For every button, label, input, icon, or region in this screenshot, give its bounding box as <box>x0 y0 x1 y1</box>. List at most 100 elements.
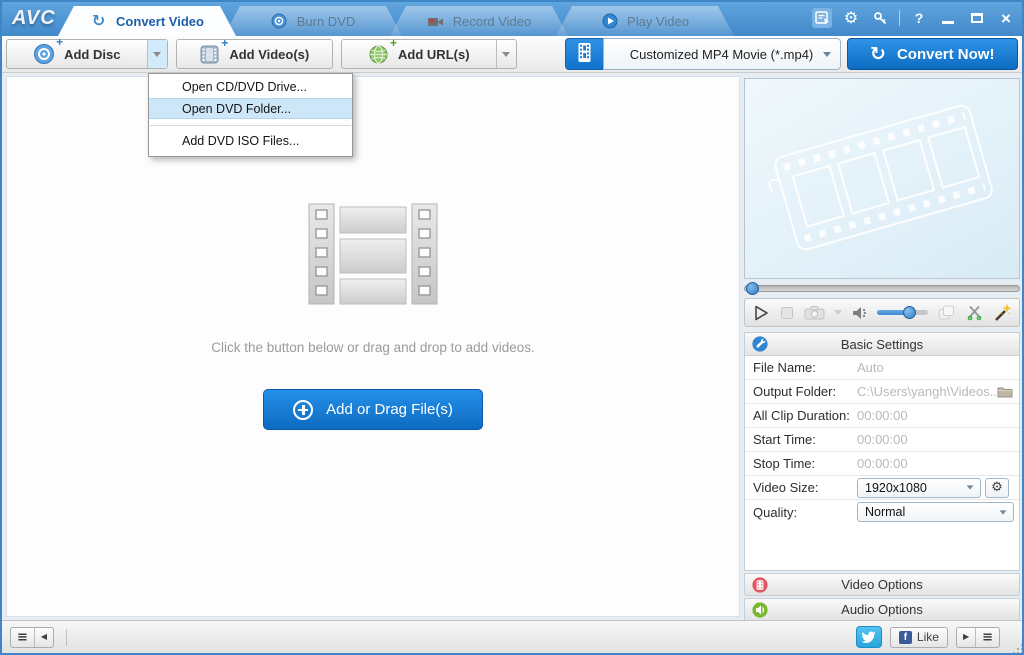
snapshot-camera-button[interactable] <box>804 305 825 320</box>
toolbar: + Add Disc + Add Video(s) + Add UR <box>2 36 1022 73</box>
like-label: Like <box>917 630 939 644</box>
setting-row-video-size: Video Size: 1920x1080 ⚙ <box>745 476 1019 500</box>
menu-separator <box>150 125 351 126</box>
volume-thumb[interactable] <box>903 306 916 319</box>
twitter-button[interactable] <box>856 626 882 648</box>
facebook-like-button[interactable]: f Like <box>890 627 948 648</box>
add-urls-label: Add URL(s) <box>398 47 470 62</box>
video-options-icon <box>752 577 768 593</box>
collapse-left-icon[interactable]: ◀ <box>34 628 53 647</box>
convert-now-label: Convert Now! <box>897 46 995 63</box>
output-profile-group: Customized MP4 Movie (*.mp4) <box>565 38 841 70</box>
start-time-value: 00:00:00 <box>857 432 1019 447</box>
add-urls-dropdown-arrow[interactable] <box>496 40 516 68</box>
audio-options-header[interactable]: Audio Options <box>744 598 1020 621</box>
close-button[interactable]: × <box>996 8 1016 28</box>
setting-row-start-time: Start Time: 00:00:00 <box>745 428 1019 452</box>
show-playlist-button[interactable]: ▶ ≡ <box>956 627 1000 648</box>
menu-item-open-cd-dvd-drive[interactable]: Open CD/DVD Drive... <box>149 77 352 98</box>
stop-button[interactable] <box>779 305 795 321</box>
filmstrip-placeholder-icon <box>302 203 444 308</box>
all-clip-duration-value: 00:00:00 <box>857 408 1019 423</box>
tab-record-video[interactable]: Record Video <box>390 6 568 36</box>
tab-label: Convert Video <box>116 14 204 29</box>
add-videos-button[interactable]: + Add Video(s) <box>176 39 334 69</box>
basic-settings-title: Basic Settings <box>745 337 1019 352</box>
resize-grip[interactable] <box>1017 648 1019 650</box>
twitter-bird-icon <box>861 631 876 644</box>
file-name-value: Auto <box>857 360 1019 375</box>
output-folder-value: C:\Users\yangh\Videos... <box>857 384 1019 399</box>
settings-empty-space <box>745 524 1019 570</box>
svg-text:+: + <box>969 316 971 320</box>
facebook-f-icon: f <box>899 631 912 644</box>
menu-item-open-dvd-folder[interactable]: Open DVD Folder... <box>149 98 352 119</box>
plus-circle-icon <box>293 400 313 420</box>
list-view-toggle-button[interactable]: ≡ ◀ <box>10 627 54 648</box>
basic-settings-header[interactable]: Basic Settings <box>745 333 1019 356</box>
video-list-drop-area[interactable]: Click the button below or drag and drop … <box>6 76 740 617</box>
expand-right-icon[interactable]: ▶ <box>957 628 975 647</box>
preview-filmstrip-graphic <box>759 90 1005 268</box>
register-key-icon[interactable] <box>870 8 890 28</box>
gear-icon: ⚙ <box>991 481 1003 494</box>
titlebar: AVC ↻ Convert Video Burn DVD Record Vide… <box>2 2 1022 36</box>
output-format-select[interactable]: Customized MP4 Movie (*.mp4) <box>603 38 841 70</box>
seek-bar[interactable] <box>744 282 1020 295</box>
divider <box>899 10 900 26</box>
output-format-value: Customized MP4 Movie (*.mp4) <box>630 47 814 62</box>
video-size-select[interactable]: 1920x1080 <box>857 478 981 498</box>
clip-scissors-button[interactable]: ++ <box>966 304 983 321</box>
window-controls: ⚙ ? × <box>812 8 1016 28</box>
add-urls-button[interactable]: + Add URL(s) <box>341 39 516 69</box>
frames-copy-button[interactable] <box>937 304 956 321</box>
tab-play-video[interactable]: Play Video <box>556 6 734 36</box>
chevron-down-icon <box>823 52 831 57</box>
video-options-header[interactable]: Video Options <box>744 573 1020 596</box>
settings-gear-icon[interactable]: ⚙ <box>841 8 861 28</box>
volume-slider[interactable] <box>877 306 928 319</box>
snapshot-dropdown-arrow[interactable] <box>834 310 842 315</box>
add-disc-icon: + <box>33 43 55 65</box>
play-button[interactable] <box>752 304 770 322</box>
convert-now-button[interactable]: ↻ Convert Now! <box>847 38 1018 70</box>
tab-label: Burn DVD <box>297 14 356 29</box>
video-size-gear-button[interactable]: ⚙ <box>985 478 1009 498</box>
add-disc-button[interactable]: + Add Disc <box>6 39 168 69</box>
seek-track[interactable] <box>744 285 1020 292</box>
tab-label: Record Video <box>453 14 532 29</box>
setting-row-all-clip-duration: All Clip Duration: 00:00:00 <box>745 404 1019 428</box>
app-window: AVC ↻ Convert Video Burn DVD Record Vide… <box>0 0 1024 655</box>
quality-select[interactable]: Normal <box>857 502 1014 522</box>
divider <box>66 629 67 646</box>
setting-row-file-name: File Name: Auto <box>745 356 1019 380</box>
browse-folder-icon[interactable] <box>997 385 1013 401</box>
chevron-down-icon <box>1000 510 1007 514</box>
add-videos-label: Add Video(s) <box>229 47 309 62</box>
menu-item-add-dvd-iso-files[interactable]: Add DVD ISO Files... <box>149 131 352 152</box>
minimize-button[interactable] <box>938 8 958 28</box>
output-profile-icon-button[interactable] <box>565 38 603 70</box>
tab-convert-video[interactable]: ↻ Convert Video <box>58 6 236 36</box>
effects-wand-button[interactable] <box>993 304 1012 322</box>
add-or-drag-files-label: Add or Drag File(s) <box>326 401 453 418</box>
hamburger-icon[interactable]: ≡ <box>11 628 34 647</box>
video-options-title: Video Options <box>745 577 1019 592</box>
tab-label: Play Video <box>627 14 689 29</box>
play-circle-icon <box>601 13 618 30</box>
help-button[interactable]: ? <box>909 8 929 28</box>
add-disc-dropdown-arrow[interactable] <box>147 40 167 68</box>
add-or-drag-files-button[interactable]: Add or Drag File(s) <box>263 389 483 430</box>
feedback-icon[interactable] <box>812 8 832 28</box>
tab-bar: ↻ Convert Video Burn DVD Record Video P <box>58 6 722 36</box>
convert-refresh-icon: ↻ <box>90 13 107 30</box>
tab-burn-dvd[interactable]: Burn DVD <box>224 6 402 36</box>
setting-row-quality: Quality: Normal <box>745 500 1019 524</box>
speaker-icon[interactable] <box>851 305 868 321</box>
statusbar: ≡ ◀ f Like ▶ ≡ <box>2 620 1022 653</box>
maximize-button[interactable] <box>967 8 987 28</box>
add-urls-globe-icon: + <box>368 44 389 65</box>
setting-row-stop-time: Stop Time: 00:00:00 <box>745 452 1019 476</box>
seek-thumb[interactable] <box>746 282 759 295</box>
hamburger-icon[interactable]: ≡ <box>975 628 999 647</box>
